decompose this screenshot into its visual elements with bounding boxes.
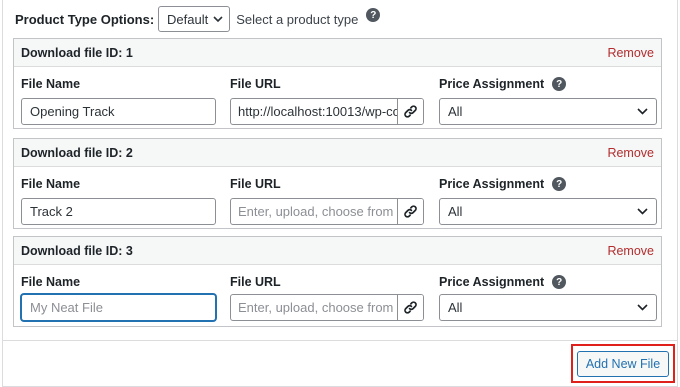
download-file-header: Download file ID: 1 Remove [14,39,661,67]
price-assignment-text: Price Assignment [439,275,545,289]
chevron-down-icon [213,15,223,22]
file-name-input[interactable]: My Neat File [21,294,216,321]
product-type-value: Default [167,11,209,27]
price-assignment-label: Price Assignment? [439,176,567,192]
file-url-column: File URL [230,274,281,290]
file-url-label: File URL [230,77,281,91]
help-icon[interactable]: ? [552,177,567,191]
chevron-down-icon [637,208,648,215]
download-file-title: Download file ID: 2 [21,145,133,160]
remove-link[interactable]: Remove [607,146,654,160]
price-assignment-label: Price Assignment? [439,76,567,92]
file-url-label: File URL [230,275,281,289]
download-file-2: Download file ID: 2 Remove File Name Tra… [13,138,662,229]
file-name-column: File Name [21,76,80,92]
file-url-input[interactable]: Enter, upload, choose from M [231,199,397,224]
download-files-panel: Product Type Options: Default Select a p… [2,0,678,387]
product-type-row: Product Type Options: Default Select a p… [15,6,381,32]
file-name-input[interactable]: Track 2 [21,198,216,225]
file-url-column: File URL [230,76,281,92]
download-file-3: Download file ID: 3 Remove File Name My … [13,236,662,327]
file-name-label: File Name [21,77,81,91]
file-name-column: File Name [21,274,80,290]
file-name-column: File Name [21,176,80,192]
price-assignment-value: All [448,204,463,219]
help-icon[interactable]: ? [366,8,381,22]
chevron-down-icon [637,304,648,311]
download-file-title: Download file ID: 3 [21,243,133,258]
file-url-input[interactable]: http://localhost:10013/wp-co [231,99,397,124]
link-icon[interactable] [397,199,423,224]
price-assignment-label: Price Assignment? [439,274,567,290]
download-file-header: Download file ID: 3 Remove [14,237,661,265]
remove-link[interactable]: Remove [607,244,654,258]
file-name-label: File Name [21,275,81,289]
file-name-input[interactable]: Opening Track [21,98,216,125]
file-url-field[interactable]: Enter, upload, choose from M [230,198,424,225]
price-assignment-column: Price Assignment? [439,76,567,92]
price-assignment-column: Price Assignment? [439,176,567,192]
link-icon[interactable] [397,99,423,124]
product-type-label: Product Type Options: [15,11,155,27]
help-icon[interactable]: ? [552,275,567,289]
product-type-hint: Select a product type [236,11,359,27]
download-file-1: Download file ID: 1 Remove File Name Ope… [13,38,662,129]
price-assignment-value: All [448,104,463,119]
download-file-header: Download file ID: 2 Remove [14,139,661,167]
file-name-label: File Name [21,177,81,191]
help-icon[interactable]: ? [552,77,567,91]
price-assignment-value: All [448,300,463,315]
remove-link[interactable]: Remove [607,46,654,60]
file-url-field[interactable]: http://localhost:10013/wp-co [230,98,424,125]
download-file-title: Download file ID: 1 [21,45,133,60]
file-url-label: File URL [230,177,281,191]
link-icon[interactable] [397,295,423,320]
price-assignment-text: Price Assignment [439,177,545,191]
price-assignment-select[interactable]: All [439,98,657,125]
file-url-column: File URL [230,176,281,192]
footer-divider [3,340,677,341]
add-new-file-button[interactable]: Add New File [577,351,669,377]
product-type-select[interactable]: Default [158,6,231,32]
price-assignment-select[interactable]: All [439,294,657,321]
price-assignment-select[interactable]: All [439,198,657,225]
chevron-down-icon [637,108,648,115]
price-assignment-column: Price Assignment? [439,274,567,290]
price-assignment-text: Price Assignment [439,77,545,91]
file-url-field[interactable]: Enter, upload, choose from M [230,294,424,321]
file-url-input[interactable]: Enter, upload, choose from M [231,295,397,320]
